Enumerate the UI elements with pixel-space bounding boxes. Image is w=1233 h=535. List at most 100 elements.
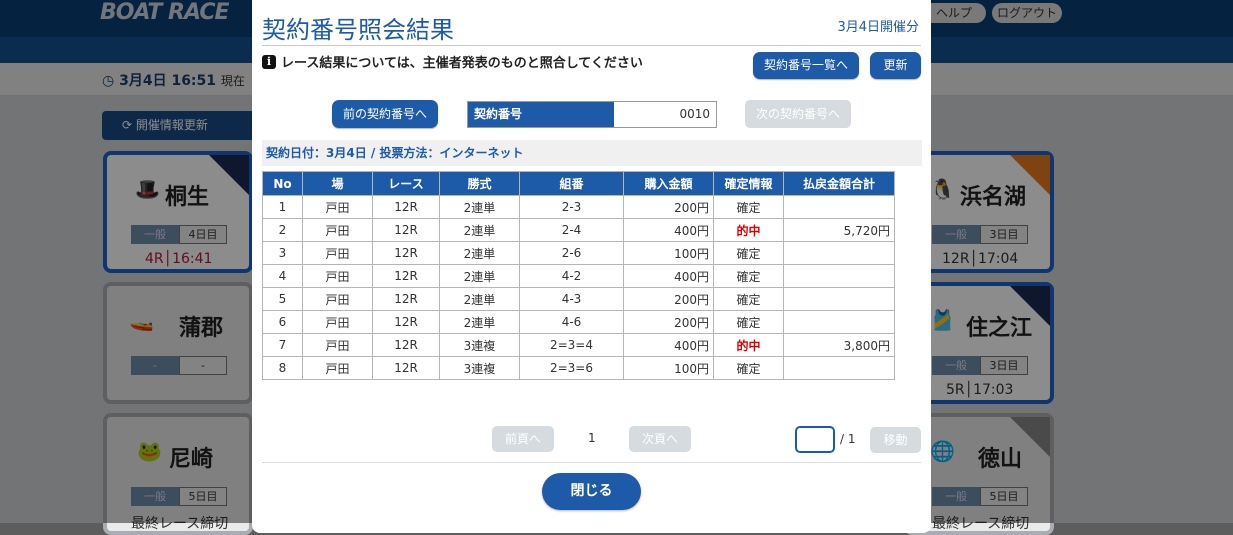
table-cell: 6: [262, 310, 303, 334]
table-row: 3 戸田 12R 2連単 2-6 100円 確定: [262, 241, 895, 265]
contract-result-modal: 契約番号照会結果 3月4日開催分 i レース結果については、主催者発表のものと照…: [252, 0, 931, 533]
table-cell: 4: [262, 264, 303, 288]
table-cell: 2=3=6: [519, 356, 624, 380]
table-cell: 2連単: [439, 195, 520, 219]
table-row: 5 戸田 12R 2連単 4-3 200円 確定: [262, 287, 895, 311]
table-cell: 8: [262, 356, 303, 380]
table-header-row: No 場 レース 勝式 組番 購入金額 確定情報 払戻金額合計: [262, 171, 895, 196]
table-cell: [783, 287, 895, 311]
modal-title: 契約番号照会結果: [262, 16, 454, 44]
table-cell: 1: [262, 195, 303, 219]
contract-sub-info: 契約日付：3月4日 / 投票方法：インターネット: [262, 140, 922, 166]
table-cell: 3連複: [439, 333, 520, 357]
table-cell: 200円: [623, 195, 714, 219]
table-cell: 2連単: [439, 264, 520, 288]
table-cell: 確定: [713, 195, 784, 219]
table-cell: 2連単: [439, 218, 520, 242]
table-cell: 7: [262, 333, 303, 357]
page-number-input[interactable]: [795, 426, 835, 453]
column-header: No: [262, 171, 303, 196]
table-cell: 2連単: [439, 310, 520, 334]
contract-list-button[interactable]: 契約番号一覧へ: [753, 52, 859, 79]
table-cell: 2-6: [519, 241, 624, 265]
table-row: 7 戸田 12R 3連複 2=3=4 400円 的中 3,800円: [262, 333, 895, 357]
event-date-label: 3月4日開催分: [837, 20, 919, 35]
table-cell: [783, 241, 895, 265]
table-cell: [783, 310, 895, 334]
column-header: 場: [302, 171, 373, 196]
table-cell: 戸田: [302, 241, 373, 265]
column-header: 組番: [519, 171, 624, 196]
contract-number-display: 契約番号 0010: [467, 101, 717, 128]
table-row: 6 戸田 12R 2連単 4-6 200円 確定: [262, 310, 895, 334]
contract-number-label: 契約番号: [468, 102, 614, 127]
table-cell: 400円: [623, 218, 714, 242]
table-cell: 戸田: [302, 333, 373, 357]
table-cell: 4-2: [519, 264, 624, 288]
bet-result-table: No 場 レース 勝式 組番 購入金額 確定情報 払戻金額合計 1 戸田 12R 2連…: [262, 171, 895, 380]
refresh-button[interactable]: 更新: [870, 52, 921, 79]
table-cell: 2=3=4: [519, 333, 624, 357]
table-cell: 戸田: [302, 310, 373, 334]
table-cell: 2連単: [439, 287, 520, 311]
table-cell: 12R: [372, 241, 440, 265]
prev-contract-button[interactable]: 前の契約番号へ: [332, 100, 438, 128]
table-row: 1 戸田 12R 2連単 2-3 200円 確定: [262, 195, 895, 219]
column-header: 勝式: [439, 171, 520, 196]
next-contract-button[interactable]: 次の契約番号へ: [745, 100, 851, 128]
table-cell: 100円: [623, 241, 714, 265]
table-cell: 2連単: [439, 241, 520, 265]
table-cell: 12R: [372, 356, 440, 380]
table-cell: 戸田: [302, 287, 373, 311]
table-cell: 確定: [713, 310, 784, 334]
table-cell: 2-4: [519, 218, 624, 242]
table-cell: 400円: [623, 333, 714, 357]
table-row: 8 戸田 12R 3連複 2=3=6 100円 確定: [262, 356, 895, 380]
table-cell: 100円: [623, 356, 714, 380]
table-row: 2 戸田 12R 2連単 2-4 400円 的中 5,720円: [262, 218, 895, 242]
table-cell: 戸田: [302, 356, 373, 380]
table-cell: 400円: [623, 264, 714, 288]
table-cell: 5: [262, 287, 303, 311]
table-cell: 確定: [713, 287, 784, 311]
table-cell: [783, 356, 895, 380]
go-page-button[interactable]: 移動: [870, 427, 921, 453]
table-cell: 200円: [623, 287, 714, 311]
table-cell: 2-3: [519, 195, 624, 219]
column-header: 購入金額: [623, 171, 714, 196]
next-page-button[interactable]: 次頁へ: [629, 426, 691, 452]
table-cell: 5,720円: [783, 218, 895, 242]
table-cell: 戸田: [302, 218, 373, 242]
table-cell: 確定: [713, 264, 784, 288]
table-row: 4 戸田 12R 2連単 4-2 400円 確定: [262, 264, 895, 288]
table-cell: [783, 264, 895, 288]
column-header: レース: [372, 171, 440, 196]
contract-number-value: 0010: [679, 107, 710, 121]
column-header: 払戻金額合計: [783, 171, 895, 196]
table-cell: 12R: [372, 218, 440, 242]
close-button[interactable]: 閉じる: [542, 473, 641, 510]
table-cell: 3: [262, 241, 303, 265]
table-cell: 4-3: [519, 287, 624, 311]
current-page: 1: [588, 431, 596, 445]
table-cell: 2: [262, 218, 303, 242]
table-cell: 的中: [713, 218, 784, 242]
table-cell: 12R: [372, 287, 440, 311]
divider: [262, 462, 921, 463]
divider: [262, 45, 921, 46]
table-cell: 12R: [372, 310, 440, 334]
table-cell: 的中: [713, 333, 784, 357]
total-pages: / 1: [840, 432, 856, 446]
table-cell: 12R: [372, 264, 440, 288]
table-cell: 3連複: [439, 356, 520, 380]
table-cell: [783, 195, 895, 219]
table-cell: 4-6: [519, 310, 624, 334]
table-cell: 戸田: [302, 195, 373, 219]
table-cell: 200円: [623, 310, 714, 334]
table-cell: 確定: [713, 356, 784, 380]
table-cell: 確定: [713, 241, 784, 265]
prev-page-button[interactable]: 前頁へ: [492, 426, 554, 452]
table-cell: 12R: [372, 195, 440, 219]
table-cell: 12R: [372, 333, 440, 357]
table-cell: 3,800円: [783, 333, 895, 357]
